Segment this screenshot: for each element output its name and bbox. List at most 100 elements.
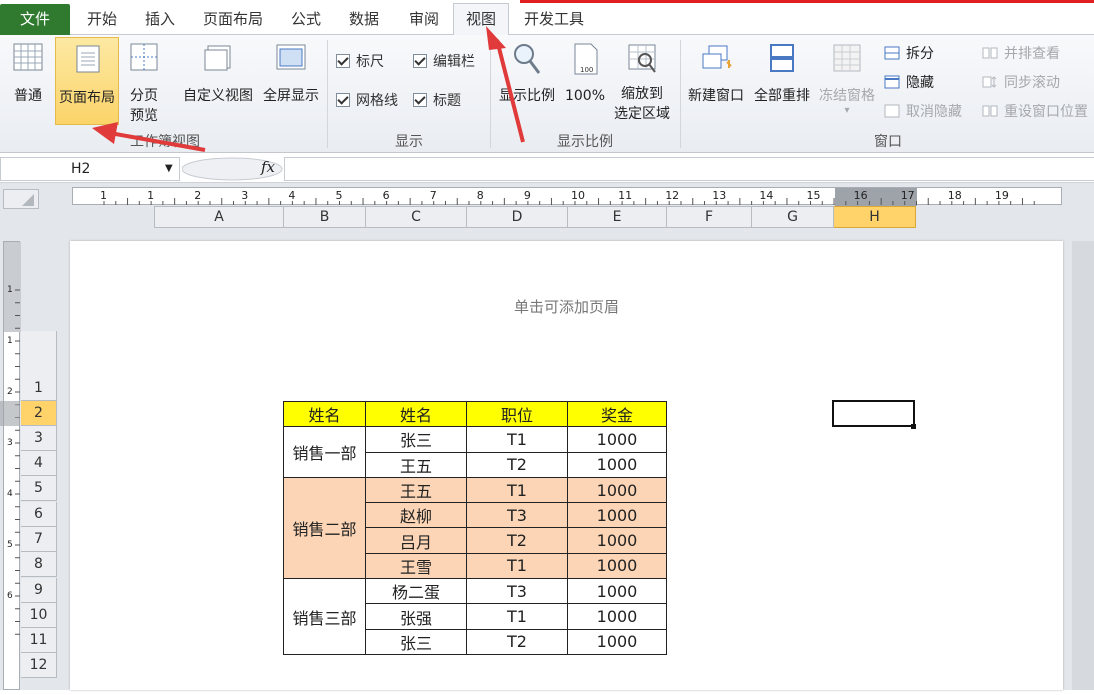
bonus-cell[interactable]: 1000 bbox=[567, 426, 667, 453]
header-cell[interactable]: 姓名 bbox=[365, 400, 467, 428]
side-by-side-icon bbox=[982, 47, 998, 59]
position-cell[interactable]: T1 bbox=[466, 426, 568, 453]
bonus-cell[interactable]: 1000 bbox=[567, 476, 667, 504]
table-header-row: 姓名 姓名 职位 奖金 bbox=[283, 400, 667, 428]
name-box[interactable]: H2 ▼ bbox=[0, 157, 180, 181]
reset-window-position-button[interactable]: 重设窗口位置 bbox=[982, 102, 1088, 122]
active-cell-h2[interactable] bbox=[832, 400, 915, 427]
position-cell[interactable]: T1 bbox=[466, 603, 568, 630]
row-header-2[interactable]: 2 bbox=[21, 401, 57, 426]
name-cell[interactable]: 赵柳 bbox=[365, 502, 467, 529]
position-cell[interactable]: T3 bbox=[466, 578, 568, 605]
row-header-6[interactable]: 6 bbox=[21, 502, 57, 527]
hide-button[interactable]: 隐藏 bbox=[884, 73, 934, 93]
row-header-12[interactable]: 12 bbox=[21, 653, 57, 678]
header-cell[interactable]: 职位 bbox=[466, 400, 568, 428]
column-header-b[interactable]: B bbox=[284, 206, 366, 228]
name-cell[interactable]: 王雪 bbox=[365, 552, 467, 580]
view-side-by-side-button[interactable]: 并排查看 bbox=[982, 44, 1060, 64]
column-header-a[interactable]: A bbox=[154, 206, 284, 228]
sync-scroll-button[interactable]: 同步滚动 bbox=[982, 73, 1060, 93]
page-layout-view-button[interactable]: 页面布局 bbox=[55, 37, 119, 125]
bonus-cell[interactable]: 1000 bbox=[567, 451, 667, 478]
ruler-label: 5 bbox=[7, 540, 13, 550]
formula-input[interactable] bbox=[284, 157, 1094, 181]
tab-review[interactable]: 审阅 bbox=[396, 4, 452, 35]
tab-data[interactable]: 数据 bbox=[336, 4, 392, 35]
zoom-button[interactable]: 显示比例 bbox=[496, 42, 558, 112]
fill-handle[interactable] bbox=[911, 424, 916, 429]
column-header-g[interactable]: G bbox=[752, 206, 834, 228]
new-window-button[interactable]: 新建窗口 bbox=[684, 42, 748, 112]
tab-view[interactable]: 视图 bbox=[453, 3, 509, 35]
ruler-label: 17 bbox=[900, 189, 915, 202]
header-placeholder[interactable]: 单击可添加页眉 bbox=[70, 296, 1063, 317]
row-header-7[interactable]: 7 bbox=[21, 527, 57, 552]
header-cell[interactable]: 姓名 bbox=[283, 400, 366, 428]
position-cell[interactable]: T2 bbox=[466, 628, 568, 655]
bonus-cell[interactable]: 1000 bbox=[567, 527, 667, 554]
row-header-5[interactable]: 5 bbox=[21, 476, 57, 501]
dept-cell[interactable]: 销售一部 bbox=[283, 426, 366, 478]
tab-file[interactable]: 文件 bbox=[0, 4, 70, 35]
unhide-button[interactable]: 取消隐藏 bbox=[884, 102, 962, 122]
position-cell[interactable]: T1 bbox=[466, 476, 568, 504]
position-cell[interactable]: T2 bbox=[466, 451, 568, 478]
name-cell[interactable]: 张强 bbox=[365, 603, 467, 630]
row-header-10[interactable]: 10 bbox=[21, 603, 57, 628]
zoom-to-selection-button[interactable]: 缩放到 选定区域 bbox=[610, 42, 674, 124]
page-break-preview-button[interactable]: 分页 预览 bbox=[122, 42, 166, 124]
position-cell[interactable]: T1 bbox=[466, 552, 568, 580]
freeze-panes-button[interactable]: 冻结窗格 ▾ bbox=[815, 42, 879, 120]
dept-cell[interactable]: 销售二部 bbox=[283, 476, 366, 580]
position-cell[interactable]: T2 bbox=[466, 527, 568, 554]
row-header-3[interactable]: 3 bbox=[21, 426, 57, 451]
column-header-f[interactable]: F bbox=[667, 206, 752, 228]
split-button[interactable]: 拆分 bbox=[884, 44, 934, 64]
select-all-corner[interactable] bbox=[3, 189, 39, 209]
row-header-11[interactable]: 11 bbox=[21, 628, 57, 653]
name-cell[interactable]: 张三 bbox=[365, 628, 467, 655]
tab-page-layout[interactable]: 页面布局 bbox=[192, 4, 274, 35]
header-cell[interactable]: 奖金 bbox=[567, 400, 667, 428]
bonus-cell[interactable]: 1000 bbox=[567, 578, 667, 605]
name-cell[interactable]: 王五 bbox=[365, 451, 467, 478]
column-header-d[interactable]: D bbox=[467, 206, 568, 228]
name-cell[interactable]: 吕月 bbox=[365, 527, 467, 554]
row-header-9[interactable]: 9 bbox=[21, 578, 57, 603]
bonus-cell[interactable]: 1000 bbox=[567, 628, 667, 655]
name-cell[interactable]: 张三 bbox=[365, 426, 467, 453]
tab-developer[interactable]: 开发工具 bbox=[512, 4, 596, 35]
fx-button[interactable]: fx bbox=[181, 157, 284, 181]
zoom-100-button[interactable]: 100 100% bbox=[562, 42, 608, 112]
ruler-label: 4 bbox=[7, 489, 13, 499]
bonus-cell[interactable]: 1000 bbox=[567, 502, 667, 529]
full-screen-button[interactable]: 全屏显示 bbox=[259, 42, 323, 112]
row-header-4[interactable]: 4 bbox=[21, 451, 57, 476]
tab-home[interactable]: 开始 bbox=[74, 4, 130, 35]
tab-formulas[interactable]: 公式 bbox=[280, 4, 332, 35]
normal-view-button[interactable]: 普通 bbox=[4, 42, 52, 110]
bonus-cell[interactable]: 1000 bbox=[567, 552, 667, 580]
headings-checkbox[interactable]: 标题 bbox=[413, 91, 461, 111]
column-header-e[interactable]: E bbox=[568, 206, 667, 228]
bonus-cell[interactable]: 1000 bbox=[567, 603, 667, 630]
formula-bar-checkbox[interactable]: 编辑栏 bbox=[413, 52, 475, 72]
arrange-all-button[interactable]: 全部重排 bbox=[750, 42, 814, 112]
corner-triangle-icon bbox=[22, 194, 34, 206]
chevron-down-icon: ▼ bbox=[165, 163, 173, 174]
custom-views-button[interactable]: 自定义视图 bbox=[178, 42, 258, 112]
position-cell[interactable]: T3 bbox=[466, 502, 568, 529]
hide-icon bbox=[884, 75, 900, 89]
row-header-1[interactable]: 1 bbox=[21, 376, 57, 401]
row-header-8[interactable]: 8 bbox=[21, 552, 57, 577]
dept-cell[interactable]: 销售三部 bbox=[283, 578, 366, 655]
name-cell[interactable]: 王五 bbox=[365, 476, 467, 504]
title-accent-line bbox=[520, 0, 1094, 3]
column-header-h[interactable]: H bbox=[834, 206, 916, 228]
name-cell[interactable]: 杨二蛋 bbox=[365, 578, 467, 605]
ruler-checkbox[interactable]: 标尺 bbox=[336, 52, 384, 72]
column-header-c[interactable]: C bbox=[366, 206, 467, 228]
tab-insert[interactable]: 插入 bbox=[132, 4, 188, 35]
gridlines-checkbox[interactable]: 网格线 bbox=[336, 91, 398, 111]
